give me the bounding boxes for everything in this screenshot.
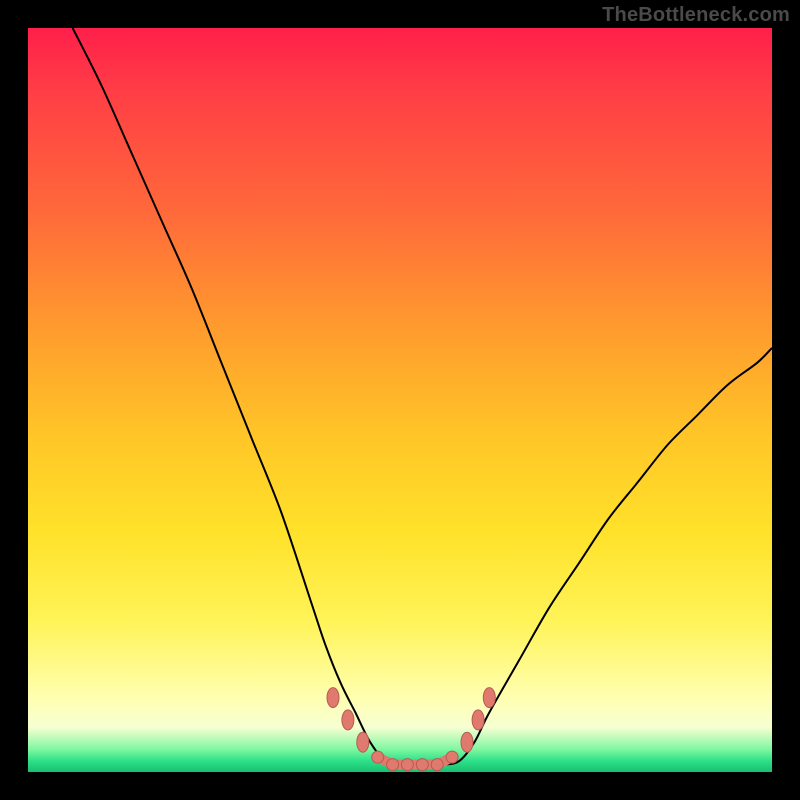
optimal-marker <box>431 759 443 771</box>
optimal-marker <box>387 759 399 771</box>
optimal-range-markers <box>327 688 495 771</box>
optimal-marker <box>446 751 458 763</box>
outer-frame: TheBottleneck.com <box>0 0 800 800</box>
optimal-marker <box>357 732 369 752</box>
optimal-marker <box>372 751 384 763</box>
optimal-marker <box>416 759 428 771</box>
bottleneck-curve <box>73 28 772 765</box>
optimal-marker <box>327 688 339 708</box>
watermark-text: TheBottleneck.com <box>602 4 790 27</box>
optimal-marker <box>461 732 473 752</box>
optimal-marker <box>483 688 495 708</box>
optimal-marker <box>472 710 484 730</box>
optimal-marker <box>342 710 354 730</box>
curve-layer <box>28 28 772 772</box>
optimal-marker <box>401 759 413 771</box>
